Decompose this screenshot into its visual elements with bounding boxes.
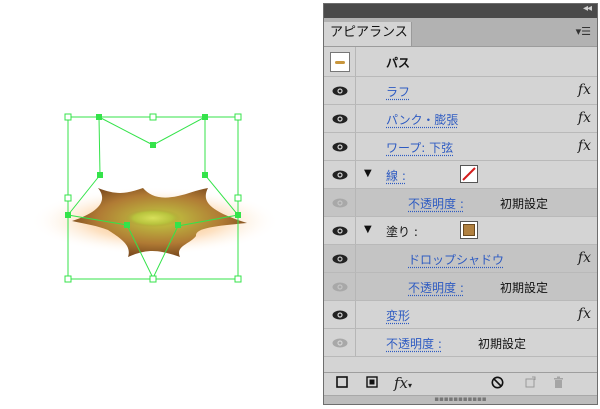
fx-icon[interactable]: fx xyxy=(578,110,591,126)
delete-item-icon[interactable] xyxy=(552,376,565,393)
fill-color-swatch[interactable] xyxy=(460,221,478,239)
effect-transform-link[interactable]: 変形 xyxy=(386,307,410,324)
panel-title-bar[interactable]: ◂◂ xyxy=(324,3,597,18)
row-object[interactable]: パス xyxy=(324,47,597,77)
visibility-eye-icon[interactable] xyxy=(324,105,356,132)
object-thumbnail-cell xyxy=(324,47,356,76)
visibility-eye-disabled-icon[interactable] xyxy=(324,189,356,216)
row-fill[interactable]: ▼ 塗り : xyxy=(324,217,597,245)
visibility-eye-icon[interactable] xyxy=(324,77,356,104)
add-new-stroke-icon[interactable] xyxy=(336,376,348,392)
stroke-opacity-value: 初期設定 xyxy=(500,197,549,211)
clear-appearance-icon[interactable] xyxy=(491,376,504,393)
add-new-fill-icon[interactable] xyxy=(366,376,378,392)
object-opacity-link[interactable]: 不透明度 : xyxy=(386,335,442,352)
row-stroke[interactable]: ▼ 線 : xyxy=(324,161,597,189)
visibility-eye-icon[interactable] xyxy=(324,161,356,188)
collapse-panel-icon[interactable]: ◂◂ xyxy=(583,3,592,14)
fill-opacity-value: 初期設定 xyxy=(500,281,549,295)
appearance-rows: パス ラフ fx パンク・膨張 fx ワープ: 下弦 fx ▼ 線: 不透明度… xyxy=(324,47,597,357)
panel-resize-grip[interactable]: ▪▪▪▪▪▪▪▪▪▪▪ xyxy=(324,395,597,404)
expand-triangle-icon[interactable]: ▼ xyxy=(364,224,372,235)
row-transform[interactable]: 変形 fx xyxy=(324,301,597,329)
effect-warp-link[interactable]: ワープ: 下弦 xyxy=(386,139,453,156)
fill-label[interactable]: 塗り : xyxy=(386,223,418,240)
artwork-svg xyxy=(30,113,280,283)
stroke-none-swatch[interactable] xyxy=(460,165,478,183)
panel-tab-bar: アピアランス ▾☰ xyxy=(324,18,597,47)
fx-icon[interactable]: fx xyxy=(578,82,591,98)
star-core-highlight xyxy=(125,209,181,227)
panel-menu-icon[interactable]: ▾☰ xyxy=(576,25,591,38)
fx-icon[interactable]: fx xyxy=(578,250,591,266)
fx-icon[interactable]: fx xyxy=(578,306,591,322)
appearance-panel: ◂◂ アピアランス ▾☰ パス ラフ fx パンク・膨張 fx ワープ: 下弦 … xyxy=(323,3,598,405)
fill-opacity-link[interactable]: 不透明度 : xyxy=(408,279,464,296)
stroke-label-link[interactable]: 線 : xyxy=(386,167,406,184)
row-pucker-bloat[interactable]: パンク・膨張 fx xyxy=(324,105,597,133)
effect-drop-shadow-link[interactable]: ドロップシャドウ xyxy=(408,251,504,268)
visibility-eye-icon[interactable] xyxy=(324,133,356,160)
fx-icon[interactable]: fx xyxy=(578,138,591,154)
row-stroke-opacity[interactable]: 不透明度 : 初期設定 xyxy=(324,189,597,217)
stroke-opacity-link[interactable]: 不透明度 : xyxy=(408,195,464,212)
visibility-eye-icon[interactable] xyxy=(324,245,356,272)
row-warp[interactable]: ワープ: 下弦 fx xyxy=(324,133,597,161)
visibility-eye-disabled-icon[interactable] xyxy=(324,329,356,356)
row-rough[interactable]: ラフ fx xyxy=(324,77,597,105)
object-thumbnail-icon xyxy=(329,51,350,72)
tab-appearance[interactable]: アピアランス xyxy=(324,22,412,46)
fx-menu-icon[interactable]: fx▾ xyxy=(394,374,412,392)
visibility-eye-disabled-icon[interactable] xyxy=(324,273,356,300)
artboard-canvas[interactable] xyxy=(0,0,315,409)
row-drop-shadow[interactable]: ドロップシャドウ fx xyxy=(324,245,597,273)
row-fill-opacity[interactable]: 不透明度 : 初期設定 xyxy=(324,273,597,301)
effect-pucker-bloat-link[interactable]: パンク・膨張 xyxy=(386,111,458,128)
effect-rough-link[interactable]: ラフ xyxy=(386,83,410,100)
object-name: パス xyxy=(386,56,411,70)
object-opacity-value: 初期設定 xyxy=(478,337,527,351)
visibility-eye-icon[interactable] xyxy=(324,217,356,244)
panel-bottom-toolbar: fx▾ xyxy=(324,372,597,395)
duplicate-item-icon[interactable] xyxy=(524,376,537,393)
row-object-opacity[interactable]: 不透明度 : 初期設定 xyxy=(324,329,597,357)
visibility-eye-icon[interactable] xyxy=(324,301,356,328)
expand-triangle-icon[interactable]: ▼ xyxy=(364,168,372,179)
